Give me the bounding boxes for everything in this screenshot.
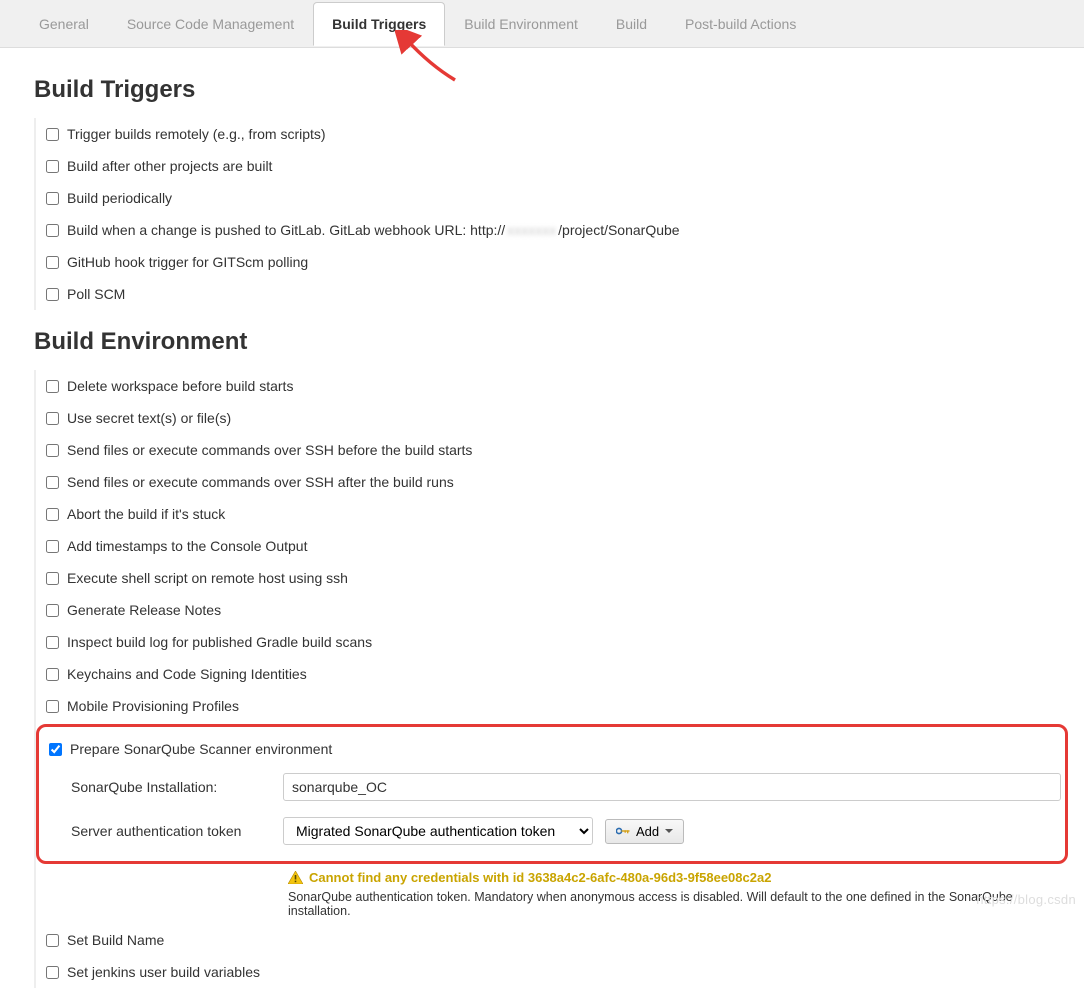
- add-credentials-button[interactable]: Add: [605, 819, 684, 844]
- sonar-warning-text: Cannot find any credentials with id 3638…: [309, 870, 771, 885]
- env-delete-ws-row[interactable]: Delete workspace before build starts: [36, 370, 1068, 402]
- env-timestamps-checkbox[interactable]: [46, 540, 59, 553]
- trigger-poll-scm-row[interactable]: Poll SCM: [36, 278, 1068, 310]
- sonar-warning-row: Cannot find any credentials with id 3638…: [36, 866, 1068, 887]
- env-remote-shell-checkbox[interactable]: [46, 572, 59, 585]
- env-timestamps-label: Add timestamps to the Console Output: [67, 538, 307, 554]
- env-abort-stuck-row[interactable]: Abort the build if it's stuck: [36, 498, 1068, 530]
- env-timestamps-row[interactable]: Add timestamps to the Console Output: [36, 530, 1068, 562]
- warning-icon: [288, 871, 303, 884]
- env-prepare-sonar-checkbox[interactable]: [49, 743, 62, 756]
- env-ssh-before-checkbox[interactable]: [46, 444, 59, 457]
- gitlab-url-prefix: Build when a change is pushed to GitLab.…: [67, 222, 505, 238]
- build-environment-section: Delete workspace before build starts Use…: [34, 370, 1068, 988]
- env-delete-ws-label: Delete workspace before build starts: [67, 378, 293, 394]
- env-keychains-checkbox[interactable]: [46, 668, 59, 681]
- sonar-installation-row: SonarQube Installation:: [43, 765, 1061, 809]
- add-button-label: Add: [636, 824, 659, 839]
- env-set-jenkins-vars-checkbox[interactable]: [46, 966, 59, 979]
- env-remote-shell-row[interactable]: Execute shell script on remote host usin…: [36, 562, 1068, 594]
- env-abort-stuck-checkbox[interactable]: [46, 508, 59, 521]
- env-keychains-row[interactable]: Keychains and Code Signing Identities: [36, 658, 1068, 690]
- env-secret-label: Use secret text(s) or file(s): [67, 410, 231, 426]
- config-content: Build Triggers Trigger builds remotely (…: [0, 48, 1084, 1008]
- tab-build-environment[interactable]: Build Environment: [445, 2, 597, 46]
- env-remote-shell-label: Execute shell script on remote host usin…: [67, 570, 348, 586]
- env-ssh-after-checkbox[interactable]: [46, 476, 59, 489]
- trigger-github-scm-label: GitHub hook trigger for GITScm polling: [67, 254, 308, 270]
- env-set-build-name-label: Set Build Name: [67, 932, 164, 948]
- tab-build[interactable]: Build: [597, 2, 666, 46]
- tab-scm[interactable]: Source Code Management: [108, 2, 313, 46]
- env-release-notes-row[interactable]: Generate Release Notes: [36, 594, 1068, 626]
- trigger-github-scm-row[interactable]: GitHub hook trigger for GITScm polling: [36, 246, 1068, 278]
- env-release-notes-label: Generate Release Notes: [67, 602, 221, 618]
- sonar-installation-label: SonarQube Installation:: [71, 779, 271, 795]
- env-ssh-before-row[interactable]: Send files or execute commands over SSH …: [36, 434, 1068, 466]
- trigger-periodic-label: Build periodically: [67, 190, 172, 206]
- trigger-github-scm-checkbox[interactable]: [46, 256, 59, 269]
- env-gradle-scan-label: Inspect build log for published Gradle b…: [67, 634, 372, 650]
- sonar-token-row: Server authentication token Migrated Son…: [43, 809, 1061, 853]
- env-gradle-scan-row[interactable]: Inspect build log for published Gradle b…: [36, 626, 1068, 658]
- env-secret-row[interactable]: Use secret text(s) or file(s): [36, 402, 1068, 434]
- tab-general[interactable]: General: [20, 2, 108, 46]
- env-ssh-after-row[interactable]: Send files or execute commands over SSH …: [36, 466, 1068, 498]
- trigger-periodic-row[interactable]: Build periodically: [36, 182, 1068, 214]
- sonarqube-highlight-box: Prepare SonarQube Scanner environment So…: [36, 724, 1068, 864]
- env-secret-checkbox[interactable]: [46, 412, 59, 425]
- caret-down-icon: [665, 829, 673, 833]
- gitlab-url-suffix: /project/SonarQube: [558, 222, 679, 238]
- env-set-build-name-checkbox[interactable]: [46, 934, 59, 947]
- env-gradle-scan-checkbox[interactable]: [46, 636, 59, 649]
- build-triggers-section: Trigger builds remotely (e.g., from scri…: [34, 118, 1068, 310]
- env-keychains-label: Keychains and Code Signing Identities: [67, 666, 307, 682]
- trigger-periodic-checkbox[interactable]: [46, 192, 59, 205]
- trigger-remote-label: Trigger builds remotely (e.g., from scri…: [67, 126, 326, 142]
- env-mobile-prov-row[interactable]: Mobile Provisioning Profiles: [36, 690, 1068, 722]
- sonar-installation-input[interactable]: [283, 773, 1061, 801]
- trigger-after-other-checkbox[interactable]: [46, 160, 59, 173]
- sonar-help-text: SonarQube authentication token. Mandator…: [36, 887, 1068, 924]
- trigger-gitlab-row[interactable]: Build when a change is pushed to GitLab.…: [36, 214, 1068, 246]
- trigger-remote-row[interactable]: Trigger builds remotely (e.g., from scri…: [36, 118, 1068, 150]
- sonar-token-select[interactable]: Migrated SonarQube authentication token: [283, 817, 593, 845]
- trigger-poll-scm-checkbox[interactable]: [46, 288, 59, 301]
- env-delete-ws-checkbox[interactable]: [46, 380, 59, 393]
- env-mobile-prov-label: Mobile Provisioning Profiles: [67, 698, 239, 714]
- env-ssh-after-label: Send files or execute commands over SSH …: [67, 474, 454, 490]
- section-title-build-environment: Build Environment: [34, 328, 1068, 356]
- config-tabs: General Source Code Management Build Tri…: [0, 0, 1084, 48]
- env-ssh-before-label: Send files or execute commands over SSH …: [67, 442, 472, 458]
- trigger-gitlab-label: Build when a change is pushed to GitLab.…: [67, 222, 680, 238]
- tab-build-triggers[interactable]: Build Triggers: [313, 2, 445, 46]
- env-release-notes-checkbox[interactable]: [46, 604, 59, 617]
- env-set-build-name-row[interactable]: Set Build Name: [36, 924, 1068, 956]
- tab-post-build-actions[interactable]: Post-build Actions: [666, 2, 815, 46]
- env-set-jenkins-vars-label: Set jenkins user build variables: [67, 964, 260, 980]
- trigger-gitlab-checkbox[interactable]: [46, 224, 59, 237]
- env-prepare-sonar-label: Prepare SonarQube Scanner environment: [70, 741, 332, 757]
- env-mobile-prov-checkbox[interactable]: [46, 700, 59, 713]
- key-icon: [616, 827, 630, 835]
- trigger-poll-scm-label: Poll SCM: [67, 286, 125, 302]
- env-set-jenkins-vars-row[interactable]: Set jenkins user build variables: [36, 956, 1068, 988]
- env-prepare-sonar-row[interactable]: Prepare SonarQube Scanner environment: [43, 733, 1061, 765]
- env-abort-stuck-label: Abort the build if it's stuck: [67, 506, 225, 522]
- trigger-after-other-label: Build after other projects are built: [67, 158, 272, 174]
- trigger-remote-checkbox[interactable]: [46, 128, 59, 141]
- sonar-token-label: Server authentication token: [71, 823, 271, 839]
- section-title-build-triggers: Build Triggers: [34, 76, 1068, 104]
- trigger-after-other-row[interactable]: Build after other projects are built: [36, 150, 1068, 182]
- gitlab-url-hidden: xxxxxxx: [505, 222, 558, 238]
